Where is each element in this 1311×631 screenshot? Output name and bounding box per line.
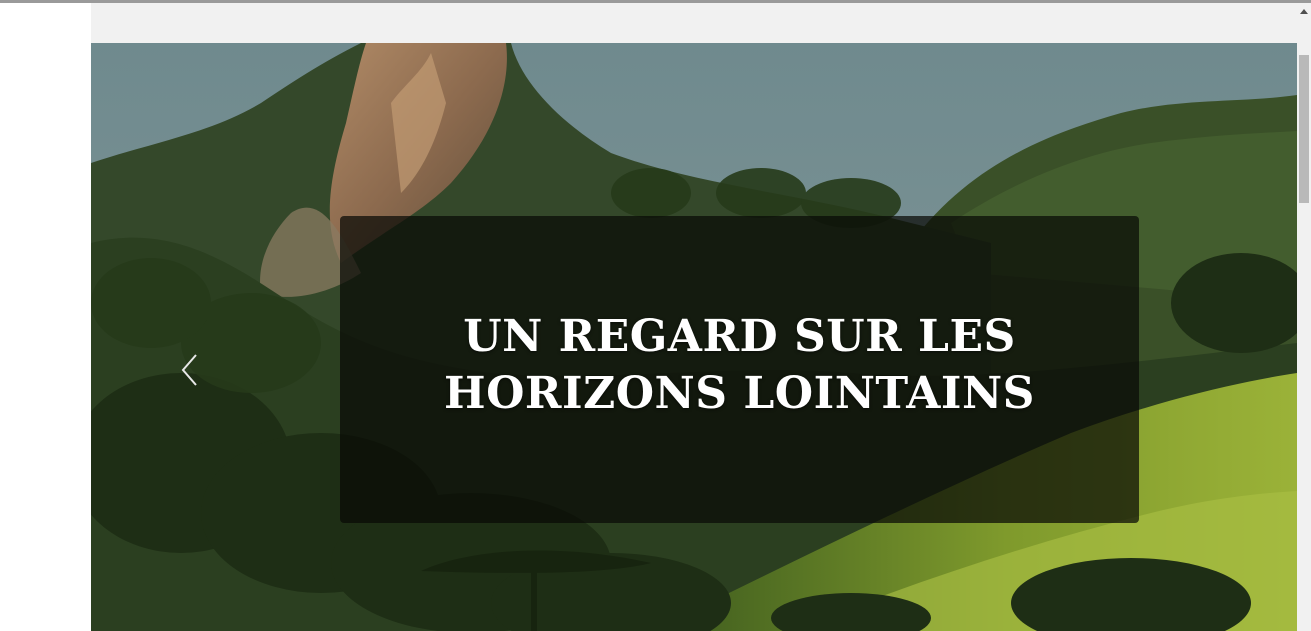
hero-title-line-1: UN REGARD SUR LES	[463, 311, 1016, 362]
scrollbar-thumb[interactable]	[1299, 55, 1309, 203]
scroll-up-button[interactable]	[1297, 3, 1311, 20]
hero-title: UN REGARD SUR LES HORIZONS LOINTAINS	[340, 308, 1139, 422]
hero-title-line-2: HORIZONS LOINTAINS	[444, 368, 1035, 419]
hero-slider: UN REGARD SUR LES HORIZONS LOINTAINS	[91, 43, 1297, 631]
page: UN REGARD SUR LES HORIZONS LOINTAINS	[0, 0, 1311, 631]
triangle-up-icon	[1300, 9, 1308, 14]
hero-caption-box: UN REGARD SUR LES HORIZONS LOINTAINS	[340, 216, 1139, 523]
chevron-left-icon	[181, 354, 197, 386]
vertical-scrollbar[interactable]	[1297, 3, 1311, 631]
header-band	[91, 3, 1297, 43]
slider-prev-button[interactable]	[177, 350, 203, 390]
